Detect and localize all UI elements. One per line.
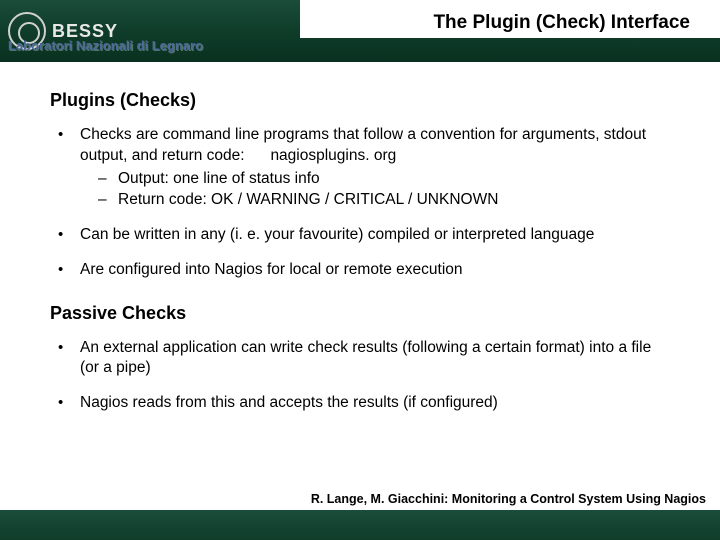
bullet-text: Are configured into Nagios for local or …	[80, 261, 463, 278]
footer-credit: R. Lange, M. Giacchini: Monitoring a Con…	[311, 492, 706, 506]
slide-header: BESSY Laboratori Nazionali di Legnaro Th…	[0, 0, 720, 62]
sub-bullet-text: Output: one line of status info	[118, 170, 320, 187]
lab-name: Laboratori Nazionali di Legnaro	[8, 38, 203, 53]
list-item: Are configured into Nagios for local or …	[50, 260, 670, 281]
plugins-url: nagiosplugins. org	[270, 147, 396, 164]
footer-credit-band: R. Lange, M. Giacchini: Monitoring a Con…	[0, 488, 720, 510]
slide-content: Plugins (Checks) Checks are command line…	[0, 62, 720, 438]
list-item: Output: one line of status info	[98, 169, 670, 190]
section-heading-plugins: Plugins (Checks)	[50, 90, 670, 111]
slide-title: The Plugin (Check) Interface	[433, 12, 690, 34]
list-item: Checks are command line programs that fo…	[50, 125, 670, 211]
list-item: Nagios reads from this and accepts the r…	[50, 393, 670, 414]
sub-bullet-list: Output: one line of status info Return c…	[80, 169, 670, 211]
section-heading-passive: Passive Checks	[50, 303, 670, 324]
list-item: An external application can write check …	[50, 338, 670, 380]
slide-footer	[0, 510, 720, 540]
sub-bullet-text: Return code: OK / WARNING / CRITICAL / U…	[118, 191, 498, 208]
bullet-list-1: Checks are command line programs that fo…	[50, 125, 670, 281]
list-item: Can be written in any (i. e. your favour…	[50, 225, 670, 246]
bullet-list-2: An external application can write check …	[50, 338, 670, 415]
list-item: Return code: OK / WARNING / CRITICAL / U…	[98, 190, 670, 211]
bullet-text: An external application can write check …	[80, 339, 651, 377]
bullet-text: Nagios reads from this and accepts the r…	[80, 394, 498, 411]
bullet-text: Can be written in any (i. e. your favour…	[80, 226, 594, 243]
